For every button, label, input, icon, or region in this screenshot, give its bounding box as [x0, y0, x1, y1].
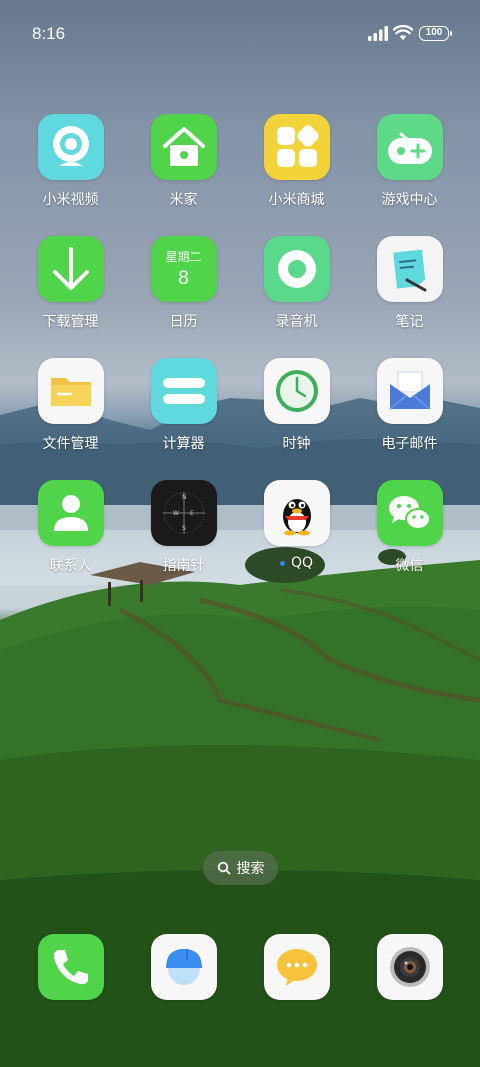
folder-icon — [37, 358, 104, 424]
recorder-icon — [263, 236, 330, 302]
message-icon — [263, 934, 330, 1000]
note-icon — [376, 236, 443, 302]
calculator-icon — [150, 358, 217, 424]
camera-icon — [37, 114, 104, 180]
clock-icon — [263, 358, 330, 424]
app-label: 游戏中心 — [381, 192, 438, 208]
app-calendar[interactable]: 星期二 8 日历 — [127, 236, 240, 358]
app-label: 笔记 — [395, 314, 424, 330]
app-qq[interactable]: QQ — [240, 480, 353, 602]
search-label: 搜索 — [236, 861, 265, 877]
wifi-icon — [393, 24, 413, 40]
app-clock[interactable]: 时钟 — [240, 358, 353, 480]
app-label: QQ — [290, 555, 314, 571]
app-mi-store[interactable]: 小米商城 — [240, 114, 353, 236]
app-file-manager[interactable]: 文件管理 — [14, 358, 127, 480]
compass-icon: N W E S — [150, 480, 217, 546]
app-label: 微信 — [395, 558, 424, 574]
phone-icon — [37, 934, 104, 1000]
svg-text:W: W — [173, 510, 179, 517]
app-compass[interactable]: N W E S 指南针 — [127, 480, 240, 602]
qq-penguin-icon — [263, 480, 330, 546]
gamepad-icon — [376, 114, 443, 180]
calendar-icon: 星期二 8 — [150, 236, 217, 302]
app-downloads[interactable]: 下载管理 — [14, 236, 127, 358]
download-icon — [37, 236, 104, 302]
dock — [14, 934, 466, 1000]
app-label: 米家 — [169, 192, 198, 208]
app-label: 日历 — [169, 314, 198, 330]
svg-text:E: E — [190, 510, 194, 517]
svg-text:S: S — [182, 525, 186, 532]
app-label: 小米商城 — [268, 192, 325, 208]
app-mi-home[interactable]: 米家 — [127, 114, 240, 236]
app-mi-video[interactable]: 小米视频 — [14, 114, 127, 236]
new-install-dot — [279, 560, 285, 566]
mail-icon — [376, 358, 443, 424]
app-label: 联系人 — [49, 558, 92, 574]
app-label-row: QQ — [279, 555, 314, 571]
dock-camera[interactable] — [353, 934, 466, 1000]
app-calculator[interactable]: 计算器 — [127, 358, 240, 480]
app-game-center[interactable]: 游戏中心 — [353, 114, 466, 236]
search-button[interactable]: 搜索 — [203, 851, 278, 885]
shop-grid-icon — [263, 114, 330, 180]
app-label: 指南针 — [162, 558, 205, 574]
wechat-icon — [376, 480, 443, 546]
search-icon — [217, 861, 230, 875]
app-label: 电子邮件 — [381, 436, 438, 452]
app-label: 下载管理 — [42, 314, 99, 330]
svg-text:N: N — [182, 494, 187, 501]
battery-indicator: 100 — [419, 26, 452, 41]
browser-icon — [150, 934, 217, 1000]
app-recorder[interactable]: 录音机 — [240, 236, 353, 358]
app-grid: 小米视频 米家 小米商城 游戏中心 下载管理 星期二 8 日历 录音机 笔记 文… — [14, 114, 466, 602]
calendar-weekday: 星期二 — [165, 250, 202, 264]
camera-lens-icon — [376, 934, 443, 1000]
dock-phone[interactable] — [14, 934, 127, 1000]
app-contacts[interactable]: 联系人 — [14, 480, 127, 602]
app-label: 计算器 — [162, 436, 205, 452]
app-label: 时钟 — [282, 436, 311, 452]
status-time: 8:16 — [32, 24, 66, 43]
app-label: 录音机 — [275, 314, 318, 330]
app-notes[interactable]: 笔记 — [353, 236, 466, 358]
status-bar: 8:16 100 — [0, 0, 480, 64]
app-email[interactable]: 电子邮件 — [353, 358, 466, 480]
dock-browser[interactable] — [127, 934, 240, 1000]
app-wechat[interactable]: 微信 — [353, 480, 466, 602]
app-label: 文件管理 — [42, 436, 99, 452]
calendar-day: 8 — [178, 268, 189, 289]
contact-icon — [37, 480, 104, 546]
app-label: 小米视频 — [42, 192, 99, 208]
signal-icon — [368, 26, 388, 41]
dock-messages[interactable] — [240, 934, 353, 1000]
home-icon — [150, 114, 217, 180]
